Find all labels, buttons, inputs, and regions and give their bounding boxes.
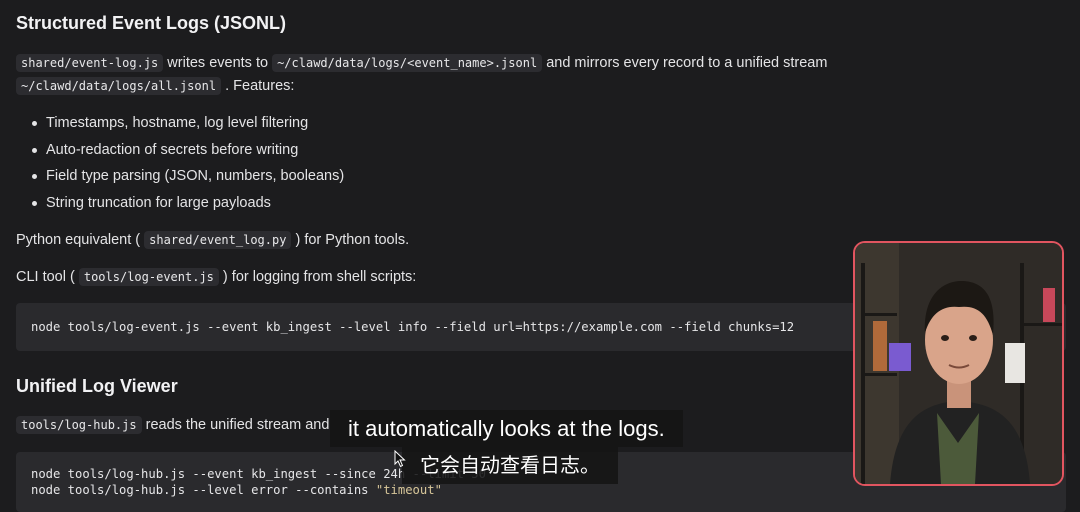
intro-text-3: . Features: xyxy=(221,78,295,94)
intro-paragraph-line2: ~/clawd/data/logs/all.jsonl . Features: xyxy=(16,75,294,97)
inline-code-all-jsonl: ~/clawd/data/logs/all.jsonl xyxy=(16,77,222,95)
mouse-pointer-icon xyxy=(394,449,406,473)
python-text-1: Python equivalent ( xyxy=(16,232,145,248)
intro-text-1: writes events to xyxy=(163,55,273,71)
intro-paragraph: shared/event-log.js writes events to ~/c… xyxy=(16,52,827,74)
code-string: "timeout" xyxy=(375,483,442,497)
cli-text-1: CLI tool ( xyxy=(16,269,79,285)
inline-code-event-log: shared/event-log.js xyxy=(16,54,164,72)
list-item: Auto-redaction of secrets before writing xyxy=(30,139,344,166)
python-paragraph: Python equivalent ( shared/event_log.py … xyxy=(16,229,409,251)
subtitle-english: it automatically looks at the logs. xyxy=(330,410,683,447)
webcam-overlay xyxy=(853,241,1064,486)
section-heading-log-viewer: Unified Log Viewer xyxy=(16,376,178,396)
section-heading-structured-logs: Structured Event Logs (JSONL) xyxy=(16,13,287,33)
features-list: Timestamps, hostname, log level filterin… xyxy=(30,112,344,218)
list-item: Field type parsing (JSON, numbers, boole… xyxy=(30,165,344,192)
inline-code-log-hub: tools/log-hub.js xyxy=(16,416,142,434)
list-item: Timestamps, hostname, log level filterin… xyxy=(30,112,344,139)
viewer-intro-text: reads the unified stream and xyxy=(141,417,330,433)
subtitle-chinese: 它会自动查看日志。 xyxy=(402,447,618,484)
cli-text-2: ) for logging from shell scripts: xyxy=(218,269,417,285)
viewer-intro-paragraph: tools/log-hub.js reads the unified strea… xyxy=(16,414,329,436)
code-line-text: node tools/log-hub.js --level error --co… xyxy=(31,483,376,497)
python-text-2: ) for Python tools. xyxy=(291,232,410,248)
inline-code-python: shared/event_log.py xyxy=(144,231,292,249)
inline-code-log-path: ~/clawd/data/logs/<event_name>.jsonl xyxy=(272,54,543,72)
presenter-image xyxy=(855,243,1062,484)
list-item: String truncation for large payloads xyxy=(30,192,344,219)
intro-text-2: and mirrors every record to a unified st… xyxy=(542,55,828,71)
cli-paragraph: CLI tool ( tools/log-event.js ) for logg… xyxy=(16,266,416,288)
inline-code-cli: tools/log-event.js xyxy=(78,268,219,286)
